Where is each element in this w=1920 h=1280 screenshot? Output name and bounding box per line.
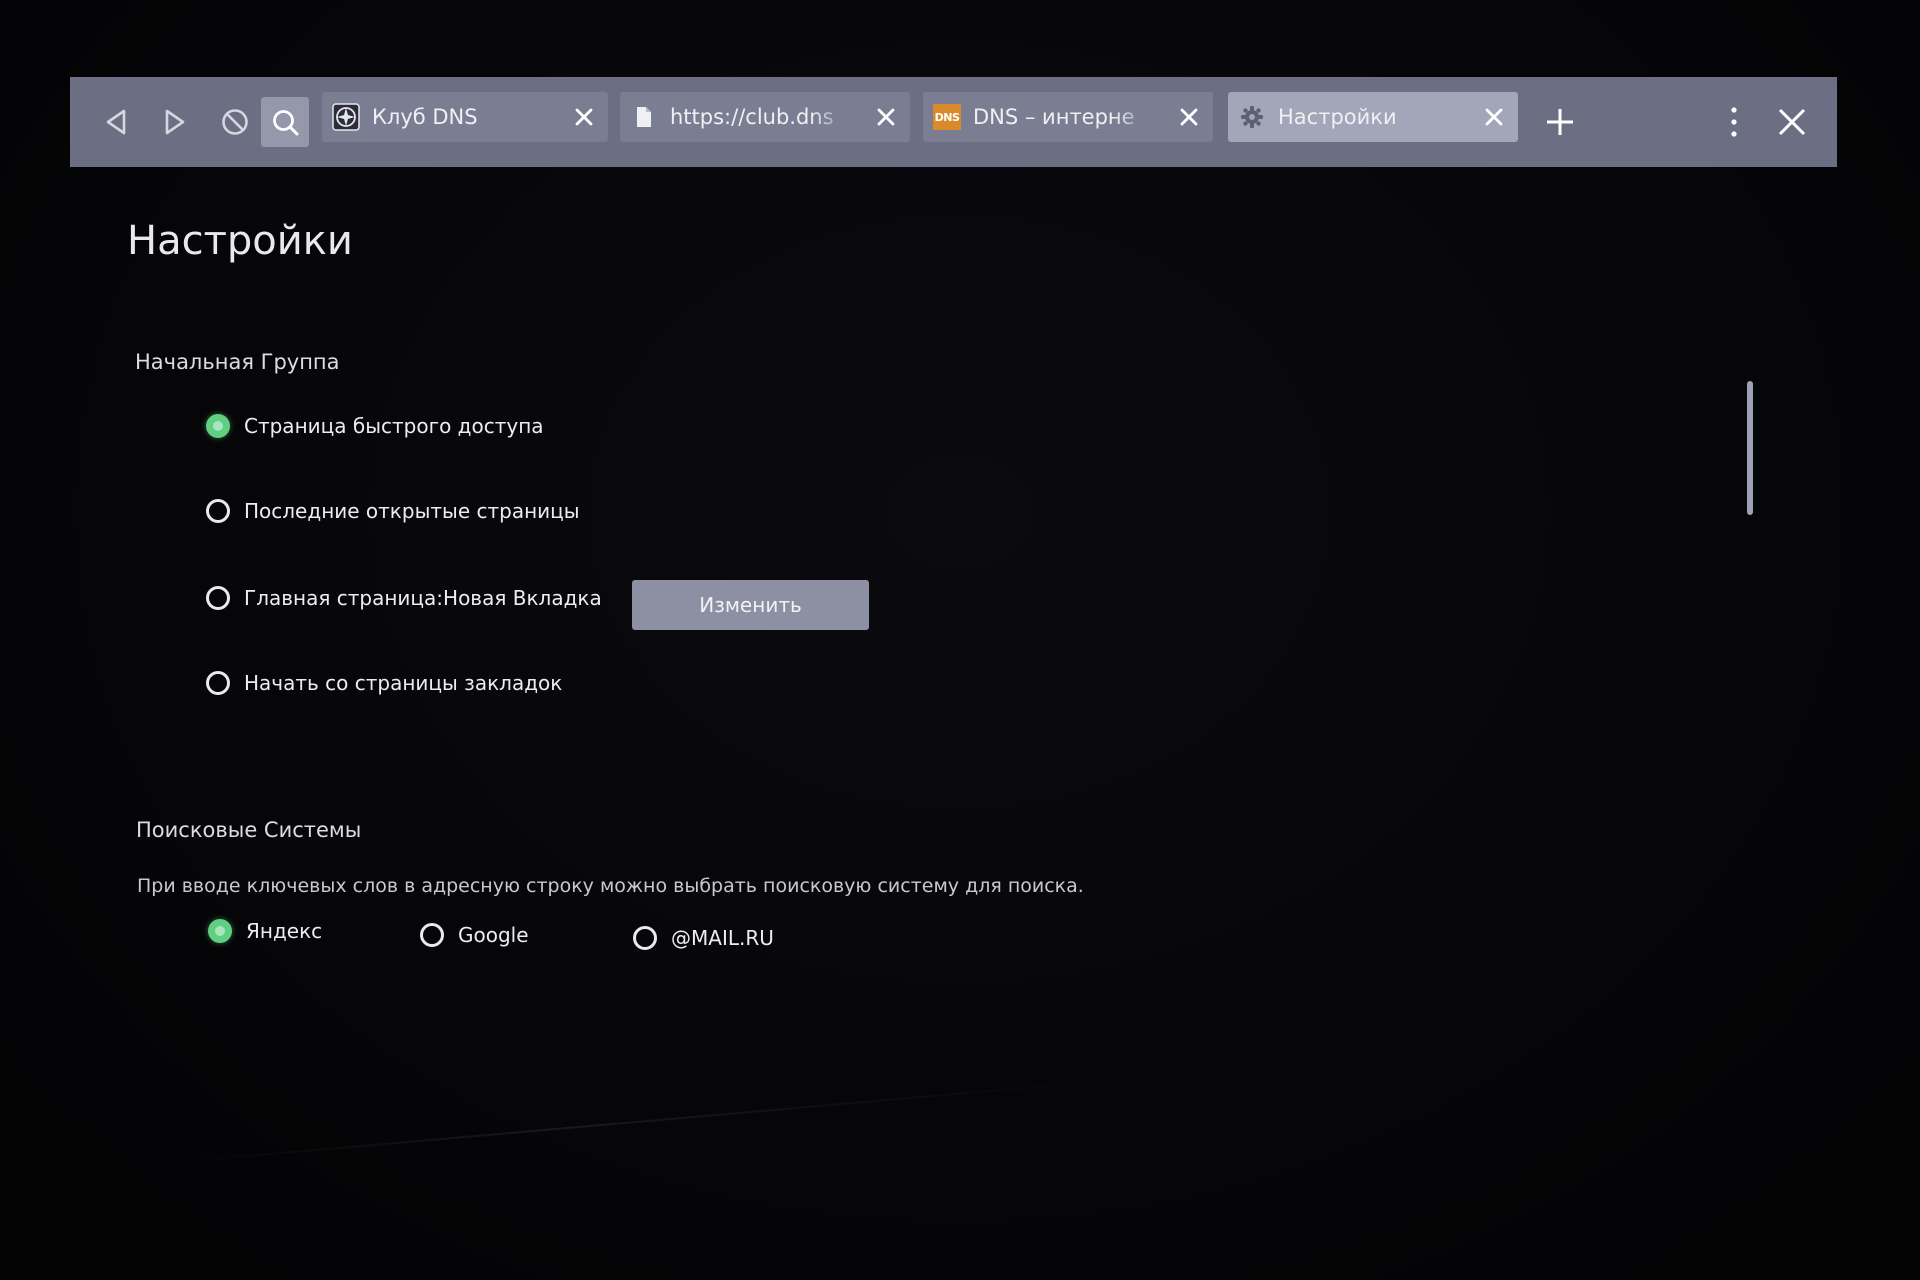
close-tab-icon[interactable] bbox=[872, 103, 900, 131]
menu-button[interactable] bbox=[1710, 98, 1758, 146]
tv-browser-screen: Клуб DNS https://club.dns DNS DNS – инте… bbox=[0, 0, 1920, 1280]
triangle-left-icon bbox=[106, 109, 126, 135]
screen-reflection-line bbox=[189, 1081, 1087, 1162]
radio-checked[interactable] bbox=[206, 414, 230, 438]
tab-label: Настройки bbox=[1278, 105, 1397, 129]
plus-icon bbox=[1547, 109, 1573, 135]
tab-label: DNS – интерне bbox=[973, 105, 1135, 129]
more-vertical-icon bbox=[1731, 107, 1737, 137]
triangle-right-icon bbox=[165, 109, 185, 135]
search-option-yandex[interactable]: Яндекс bbox=[208, 919, 322, 943]
stop-button[interactable] bbox=[211, 98, 259, 146]
vertical-scrollbar[interactable] bbox=[1747, 381, 1753, 515]
start-option-last-pages[interactable]: Последние открытые страницы bbox=[206, 499, 580, 523]
option-label: Последние открытые страницы bbox=[244, 499, 580, 523]
gear-icon bbox=[1238, 103, 1266, 131]
dns-logo-icon: DNS bbox=[933, 103, 961, 131]
document-icon bbox=[630, 103, 658, 131]
search-option-mailru[interactable]: @MAIL.RU bbox=[633, 926, 774, 950]
compass-icon bbox=[332, 103, 360, 131]
start-group-title: Начальная Группа bbox=[135, 350, 340, 374]
close-icon bbox=[1778, 108, 1806, 136]
option-label: Начать со страницы закладок bbox=[244, 671, 563, 695]
close-tab-icon[interactable] bbox=[570, 103, 598, 131]
search-icon bbox=[273, 110, 299, 136]
option-label: Яндекс bbox=[246, 919, 323, 943]
search-button[interactable] bbox=[261, 97, 309, 147]
browser-toolbar: Клуб DNS https://club.dns DNS DNS – инте… bbox=[70, 77, 1837, 167]
change-button[interactable]: Изменить bbox=[632, 580, 869, 630]
page-title: Настройки bbox=[127, 218, 353, 264]
search-engines-title: Поисковые Системы bbox=[136, 818, 362, 842]
tab-club-dns[interactable]: Клуб DNS bbox=[322, 92, 608, 142]
option-label: Страница быстрого доступа bbox=[244, 414, 544, 438]
tab-label: Клуб DNS bbox=[372, 105, 478, 129]
search-engines-description: При вводе ключевых слов в адресную строк… bbox=[137, 875, 1084, 897]
close-tab-icon[interactable] bbox=[1480, 103, 1508, 131]
radio-unchecked[interactable] bbox=[206, 586, 230, 610]
radio-unchecked[interactable] bbox=[206, 671, 230, 695]
tab-club-dns-url[interactable]: https://club.dns bbox=[620, 92, 910, 142]
start-option-home-page[interactable]: Главная страница:Новая Вкладка bbox=[206, 586, 602, 610]
radio-unchecked[interactable] bbox=[633, 926, 657, 950]
new-tab-button[interactable] bbox=[1536, 98, 1584, 146]
option-label: Главная страница:Новая Вкладка bbox=[244, 586, 602, 610]
stop-icon bbox=[222, 109, 248, 135]
tab-settings[interactable]: Настройки bbox=[1228, 92, 1518, 142]
option-label: Google bbox=[458, 923, 529, 947]
back-button[interactable] bbox=[92, 98, 140, 146]
close-browser-button[interactable] bbox=[1768, 98, 1816, 146]
radio-unchecked[interactable] bbox=[420, 923, 444, 947]
search-option-google[interactable]: Google bbox=[420, 923, 529, 947]
forward-button[interactable] bbox=[151, 98, 199, 146]
tab-label: https://club.dns bbox=[670, 105, 834, 129]
radio-checked[interactable] bbox=[208, 919, 232, 943]
dns-badge: DNS bbox=[933, 104, 961, 130]
start-option-quick-access[interactable]: Страница быстрого доступа bbox=[206, 414, 544, 438]
close-tab-icon[interactable] bbox=[1175, 103, 1203, 131]
tab-dns-shop[interactable]: DNS DNS – интерне bbox=[923, 92, 1213, 142]
option-label: @MAIL.RU bbox=[671, 926, 774, 950]
radio-unchecked[interactable] bbox=[206, 499, 230, 523]
start-option-bookmarks[interactable]: Начать со страницы закладок bbox=[206, 671, 562, 695]
